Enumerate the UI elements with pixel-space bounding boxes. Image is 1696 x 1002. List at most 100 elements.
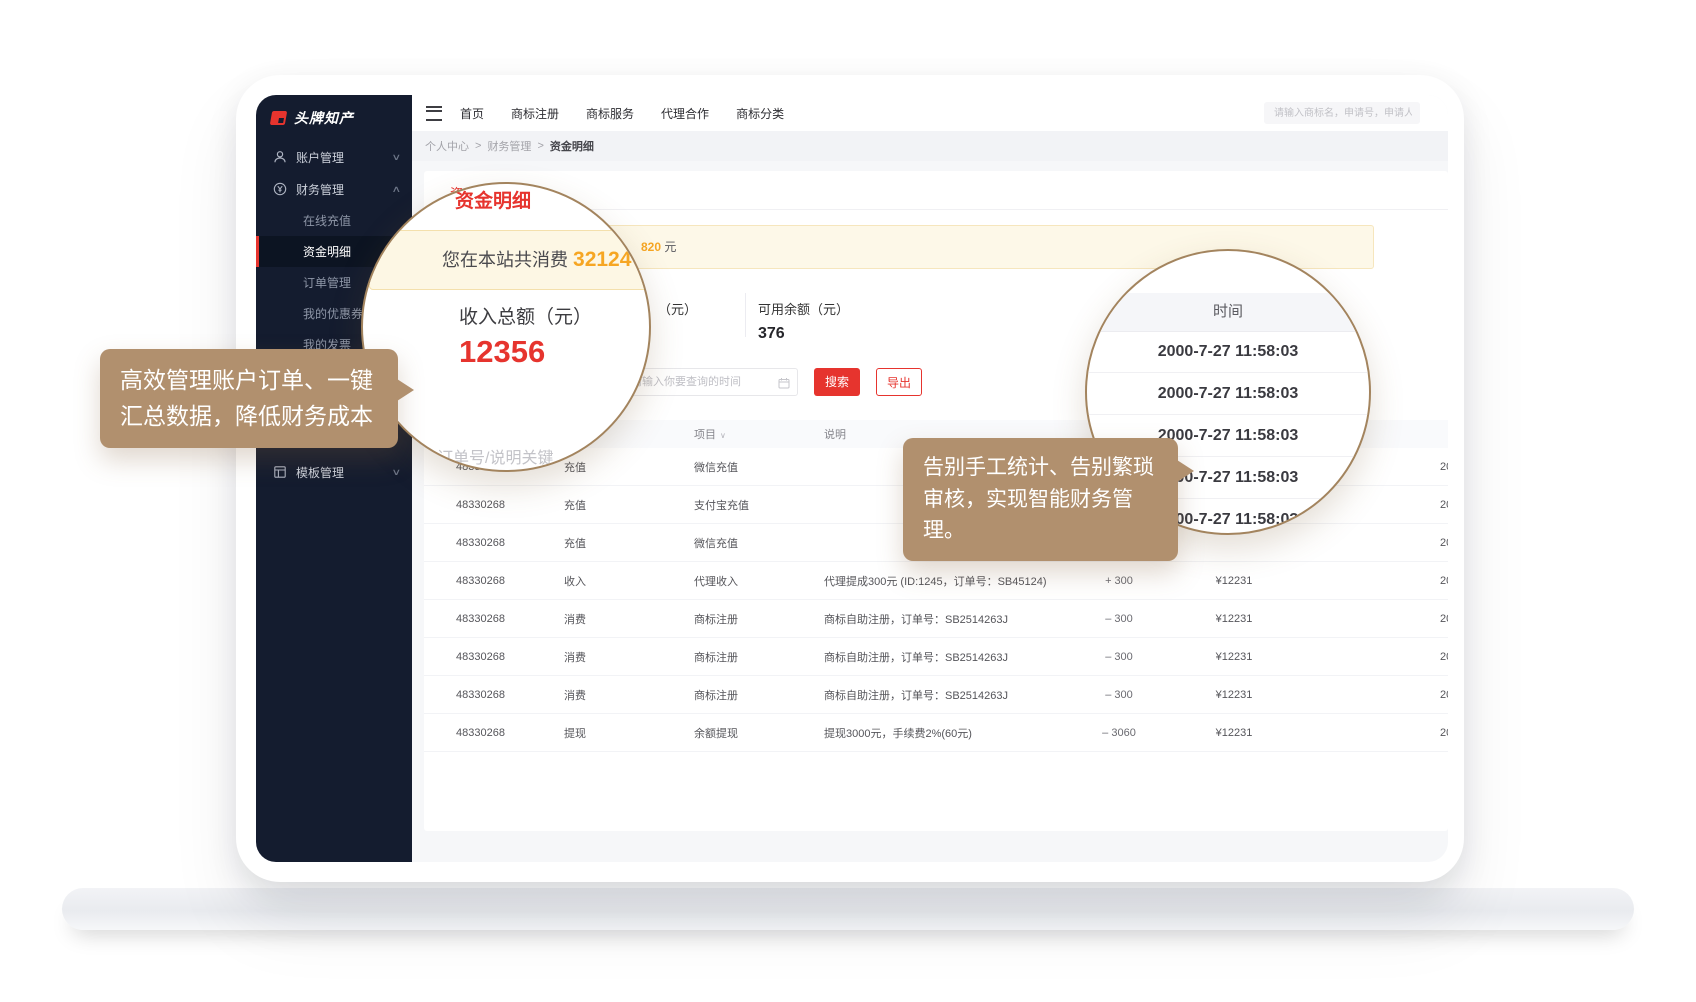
sidebar: 头牌知产 账户管理∨财务管理∧在线充值资金明细订单管理我的优惠券我的发票模板管理… bbox=[256, 95, 412, 862]
callout-left: 高效管理账户订单、一键汇总数据，降低财务成本 bbox=[100, 349, 398, 448]
cell-project: 微信充值 bbox=[694, 459, 824, 475]
cell-amount: – 300 bbox=[1074, 613, 1164, 625]
chevron-down-icon: ∨ bbox=[392, 467, 402, 478]
cell-type: 充值 bbox=[564, 497, 694, 513]
template-icon bbox=[273, 465, 287, 479]
cell-order: 48330268 bbox=[456, 575, 564, 587]
topnav-item-4[interactable]: 商标分类 bbox=[736, 105, 784, 122]
magnified-tab-fragment: 资金明细 bbox=[455, 186, 531, 213]
topnav-item-0[interactable]: 首页 bbox=[460, 105, 484, 122]
breadcrumb: 个人中心 > 财务管理 > 资金明细 bbox=[412, 131, 1448, 161]
table-row: 48330268消费商标注册商标自助注册，订单号：SB2514263J– 300… bbox=[424, 638, 1448, 676]
time-input[interactable] bbox=[620, 368, 798, 396]
logo-icon bbox=[270, 111, 287, 125]
cell-project: 支付宝充值 bbox=[694, 497, 824, 513]
chevron-up-icon: ∧ bbox=[392, 184, 402, 195]
cell-project: 代理收入 bbox=[694, 573, 824, 589]
cell-time: 2000-7-27 11:58:03 bbox=[1440, 537, 1448, 549]
table-row: 48330268提现余额提现提现3000元，手续费2%(60元)– 3060¥1… bbox=[424, 714, 1448, 752]
logo: 头牌知产 bbox=[256, 95, 412, 141]
time-filter bbox=[620, 368, 798, 396]
cell-order: 48330268 bbox=[456, 689, 564, 701]
cell-order: 48330268 bbox=[456, 613, 564, 625]
sidebar-group-2: 模板管理 ∨ bbox=[256, 456, 412, 488]
finance-icon bbox=[273, 182, 287, 196]
cell-amount: – 300 bbox=[1074, 651, 1164, 663]
magnified-income-value: 12356 bbox=[459, 334, 545, 370]
magnified-banner: 您在本站共消费 32124 元 bbox=[369, 230, 651, 290]
stat-divider bbox=[745, 293, 746, 337]
table-row: 48330268消费商标注册商标自助注册，订单号：SB2514263J– 300… bbox=[424, 676, 1448, 714]
topnav-item-1[interactable]: 商标注册 bbox=[511, 105, 559, 122]
sidebar-item-label: 账户管理 bbox=[296, 149, 344, 166]
cell-balance: ¥12231 bbox=[1164, 651, 1304, 663]
cell-time: 2000-7-27 11:58:03 bbox=[1440, 613, 1448, 625]
cell-time: 2000-7-27 11:58:03 bbox=[1440, 727, 1448, 739]
cell-desc: 代理提成300元 (ID:1245，订单号：SB45124) bbox=[824, 573, 1074, 589]
breadcrumb-separator: > bbox=[537, 140, 543, 152]
breadcrumb-item-1[interactable]: 财务管理 bbox=[487, 138, 531, 154]
sidebar-item-账户管理[interactable]: 账户管理 ∨ bbox=[256, 141, 412, 173]
sidebar-group-0: 账户管理 ∨ bbox=[256, 141, 412, 173]
user-icon bbox=[273, 150, 287, 164]
cell-amount: – 3060 bbox=[1074, 727, 1164, 739]
topbar: 首页 商标注册 商标服务 代理合作 商标分类 bbox=[412, 95, 1448, 131]
stat-balance: 可用余额（元） 376 bbox=[758, 299, 849, 343]
cell-time: 2000-7-27 11:58:03 bbox=[1440, 575, 1448, 587]
cell-desc: 商标自助注册，订单号：SB2514263J bbox=[824, 687, 1074, 703]
calendar-icon bbox=[778, 376, 790, 388]
magnified-time-1: 2000-7-27 11:58:03 bbox=[1087, 373, 1369, 415]
search-input[interactable] bbox=[1264, 102, 1420, 124]
logo-text: 头牌知产 bbox=[294, 108, 354, 128]
cell-type: 提现 bbox=[564, 725, 694, 741]
cell-type: 消费 bbox=[564, 611, 694, 627]
cell-time: 2000-7-27 11:58:03 bbox=[1440, 689, 1448, 701]
magnified-input-fragment: 订单号/说明关键 bbox=[437, 444, 553, 468]
magnified-time-0: 2000-7-27 11:58:03 bbox=[1087, 331, 1369, 373]
cell-time: 2000-7-27 11:58:03 bbox=[1440, 651, 1448, 663]
cell-type: 充值 bbox=[564, 459, 694, 475]
table-row: 48330268收入代理收入代理提成300元 (ID:1245，订单号：SB45… bbox=[424, 562, 1448, 600]
chevron-down-icon: ∨ bbox=[392, 152, 402, 163]
cell-balance: ¥12231 bbox=[1164, 613, 1304, 625]
topnav: 首页 商标注册 商标服务 代理合作 商标分类 bbox=[460, 105, 784, 122]
sidebar-item-模板管理[interactable]: 模板管理 ∨ bbox=[256, 456, 412, 488]
cell-balance: ¥12231 bbox=[1164, 727, 1304, 739]
sidebar-item-财务管理[interactable]: 财务管理 ∧ bbox=[256, 173, 412, 205]
topnav-item-2[interactable]: 商标服务 bbox=[586, 105, 634, 122]
magnified-time-header: 时间 bbox=[1087, 293, 1369, 332]
laptop-base bbox=[62, 888, 1634, 930]
marketing-canvas: 头牌知产 账户管理∨财务管理∧在线充值资金明细订单管理我的优惠券我的发票模板管理… bbox=[0, 0, 1696, 1002]
cell-project: 余额提现 bbox=[694, 725, 824, 741]
breadcrumb-separator: > bbox=[475, 140, 481, 152]
col-project[interactable]: 项目∨ bbox=[694, 426, 824, 442]
cell-amount: + 300 bbox=[1074, 575, 1164, 587]
export-button[interactable]: 导出 bbox=[876, 368, 922, 396]
search-button[interactable]: 搜索 bbox=[814, 368, 860, 396]
sidebar-item-label: 财务管理 bbox=[296, 181, 344, 198]
callout-right: 告别手工统计、告别繁琐审核，实现智能财务管理。 bbox=[903, 438, 1178, 561]
cell-order: 48330268 bbox=[456, 537, 564, 549]
cell-project: 商标注册 bbox=[694, 649, 824, 665]
magnified-income-label: 收入总额（元） bbox=[459, 302, 592, 329]
topnav-item-3[interactable]: 代理合作 bbox=[661, 105, 709, 122]
cell-desc: 提现3000元，手续费2%(60元) bbox=[824, 725, 1074, 741]
stat-expense-label: （元） bbox=[658, 299, 697, 318]
stat-balance-label: 可用余额（元） bbox=[758, 299, 849, 318]
cell-order: 48330268 bbox=[456, 727, 564, 739]
magnifier-left: 资金明细 您在本站共消费 32124 元 收入总额（元） 12356 订单号/说… bbox=[361, 182, 651, 472]
cell-type: 消费 bbox=[564, 649, 694, 665]
breadcrumb-item-0[interactable]: 个人中心 bbox=[425, 138, 469, 154]
sort-chevron-icon: ∨ bbox=[720, 431, 726, 440]
cell-type: 消费 bbox=[564, 687, 694, 703]
table-row: 48330268消费商标注册商标自助注册，订单号：SB2514263J– 300… bbox=[424, 600, 1448, 638]
breadcrumb-item-2[interactable]: 资金明细 bbox=[550, 138, 594, 154]
cell-amount: – 300 bbox=[1074, 689, 1164, 701]
hamburger-icon[interactable] bbox=[426, 106, 442, 121]
cell-time: 2000-7-27 11:58:03 bbox=[1440, 461, 1448, 473]
sidebar-item-label: 模板管理 bbox=[296, 464, 344, 481]
cell-type: 充值 bbox=[564, 535, 694, 551]
cell-balance: ¥12231 bbox=[1164, 689, 1304, 701]
stat-balance-value: 376 bbox=[758, 325, 849, 343]
cell-project: 微信充值 bbox=[694, 535, 824, 551]
